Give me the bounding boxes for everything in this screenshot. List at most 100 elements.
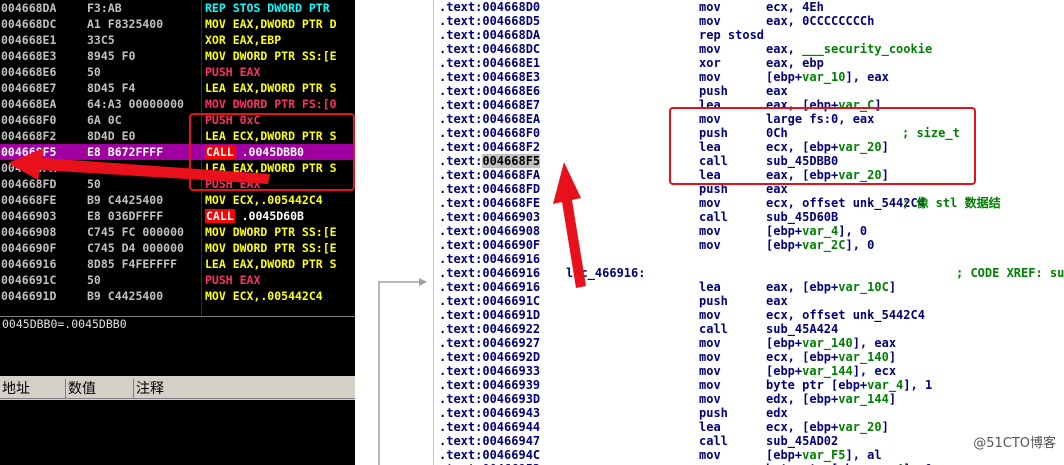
olly-hex: F3:AB (87, 1, 122, 15)
ida-operands[interactable]: [ebp+var_10], eax (766, 70, 889, 84)
olly-instruction: REP STOS DWORD PTR (205, 1, 330, 15)
ida-row[interactable]: .text:00466916 (434, 252, 1064, 266)
ida-row[interactable]: .text:0046691C push eax (434, 294, 1064, 308)
ida-row[interactable]: .text:00466927 mov [ebp+var_140], eax (434, 336, 1064, 350)
ida-row[interactable]: .text:004668E1 xor eax, ebp (434, 56, 1064, 70)
olly-row[interactable]: 0046691C 50 PUSH EAX (0, 272, 355, 288)
olly-row[interactable]: 004668E7 8D45 F4 LEA EAX,DWORD PTR S (0, 80, 355, 96)
ida-mnemonic: mov (699, 42, 721, 56)
ida-row[interactable]: .text:004668D5 mov eax, 0CCCCCCCCh (434, 14, 1064, 28)
ida-row[interactable]: .text:004668E3 mov [ebp+var_10], eax (434, 70, 1064, 84)
ida-operands[interactable]: [ebp+var_F5], al (766, 448, 882, 462)
dump-grid-body[interactable] (0, 400, 355, 465)
ida-address: .text:00466916 (439, 280, 541, 294)
ida-operands[interactable]: sub_45A424 (766, 322, 838, 336)
olly-address: 0046691C (1, 273, 57, 287)
ida-row[interactable]: .text:0046693D mov edx, [ebp+var_144] (434, 392, 1064, 406)
ida-row[interactable]: .text:004668FE mov ecx, offset unk_5442C4;… (434, 196, 1064, 210)
ida-address: .text:00466903 (439, 210, 541, 224)
ida-operands[interactable]: eax (766, 84, 788, 98)
ida-address: .text:0046693D (439, 392, 541, 406)
ida-row[interactable]: .text:0046692D mov ecx, [ebp+var_140] (434, 350, 1064, 364)
column-header-address[interactable]: 地址 (0, 379, 66, 399)
ida-row[interactable]: .text:00466933 mov [ebp+var_144], ecx (434, 364, 1064, 378)
olly-row[interactable]: 00466903 E8 036DFFFF CALL .0045D60B (0, 208, 355, 224)
olly-address: 004668FE (1, 193, 57, 207)
ida-row[interactable]: .text:00466903 call sub_45D60B (434, 210, 1064, 224)
ida-mnemonic: mov (699, 350, 721, 364)
ida-operands[interactable]: [ebp+var_4], 0 (766, 224, 867, 238)
ida-row[interactable]: .text:00466939 mov byte ptr [ebp+var_4], 1 (434, 378, 1064, 392)
ida-operands[interactable]: eax, ebp (766, 56, 824, 70)
olly-row[interactable]: 004668FE B9 C4425400 MOV ECX,.005442C4 (0, 192, 355, 208)
ida-address: .text:004668E6 (439, 84, 541, 98)
ida-operands[interactable]: [ebp+var_144], ecx (766, 364, 896, 378)
ida-address: .text:00466916 (439, 266, 541, 280)
ida-operands[interactable]: eax (766, 294, 788, 308)
olly-hex: A1 F8325400 (87, 17, 164, 31)
ida-operands[interactable]: byte ptr [ebp+var_4], 1 (766, 378, 932, 392)
ida-operands[interactable]: sub_45D60B (766, 210, 838, 224)
ida-comment: ; 像 stl 数据结 (902, 196, 1001, 210)
ida-mnemonic: mov (699, 448, 721, 462)
olly-row[interactable]: 00466916 8D85 F4FEFFFF LEA EAX,DWORD PTR S (0, 256, 355, 272)
ida-operands[interactable]: edx, [ebp+var_144] (766, 392, 896, 406)
olly-row[interactable]: 004668E3 8945 F0 MOV DWORD PTR SS:[E (0, 48, 355, 64)
ida-row[interactable]: .text:0046694C mov [ebp+var_F5], al (434, 448, 1064, 462)
ida-disassembly-listing[interactable]: .text:004668D0 mov ecx, 4Eh .text:004668D5 m… (433, 0, 1064, 465)
memory-dump-grid[interactable]: 地址 数值 注释 (0, 376, 355, 465)
olly-instruction: MOV ECX,.005442C4 (205, 289, 323, 303)
ida-row[interactable]: .text:00466916 lea eax, [ebp+var_10C] (434, 280, 1064, 294)
ida-operands[interactable]: sub_45AD02 (766, 434, 838, 448)
ida-operands[interactable]: edx (766, 406, 788, 420)
olly-row[interactable]: 00466908 C745 FC 000000 MOV DWORD PTR SS:[… (0, 224, 355, 240)
ida-operands[interactable]: ecx, [ebp+var_140] (766, 350, 896, 364)
column-header-value[interactable]: 数值 (66, 379, 134, 399)
ida-row[interactable]: .text:00466916 loc_466916: ; CODE XREF: su… (434, 266, 1064, 280)
ida-operands[interactable]: eax, ___security_cookie (766, 42, 932, 56)
olly-row[interactable]: 004668DC A1 F8325400 MOV EAX,DWORD PTR D (0, 16, 355, 32)
ida-row[interactable]: .text:004668D0 mov ecx, 4Eh (434, 0, 1064, 14)
olly-row[interactable]: 0046690F C745 D4 000000 MOV DWORD PTR SS:[… (0, 240, 355, 256)
ida-row[interactable]: .text:004668DC mov eax, ___security_cookie (434, 42, 1064, 56)
ida-operands[interactable]: eax, [ebp+var_10C] (766, 280, 896, 294)
debugger-disassembly-panel[interactable]: 004668DA F3:AB REP STOS DWORD PTR 004668DC A… (0, 0, 355, 465)
ida-row[interactable]: .text:00466943 push edx (434, 406, 1064, 420)
olly-hex: 8D45 F4 (87, 81, 136, 95)
ida-operands[interactable]: eax, 0CCCCCCCCh (766, 14, 874, 28)
ida-operands[interactable]: ecx, offset unk_5442C4 (766, 308, 925, 322)
watermark: @51CTO博客 (973, 436, 1056, 451)
olly-address: 00466908 (1, 225, 57, 239)
ida-row[interactable]: .text:00466944 lea ecx, [ebp+var_20] (434, 420, 1064, 434)
olly-row[interactable]: 004668EA 64:A3 00000000 MOV DWORD PTR FS:[… (0, 96, 355, 112)
ida-label[interactable]: loc_466916: (566, 266, 645, 280)
ida-highlight-box (669, 107, 976, 185)
ida-operands[interactable]: [ebp+var_2C], 0 (766, 238, 874, 252)
olly-address: 004668E6 (1, 65, 57, 79)
ida-mnemonic: mov (699, 70, 721, 84)
olly-instruction: MOV DWORD PTR FS:[0 (205, 97, 337, 111)
ida-address: .text:00466922 (439, 322, 541, 336)
ida-mnemonic: mov (699, 336, 721, 350)
ida-operands[interactable]: ecx, [ebp+var_20] (766, 420, 889, 434)
ida-row[interactable]: .text:00466947 call sub_45AD02 (434, 434, 1064, 448)
olly-row[interactable]: 004668E1 33C5 XOR EAX,EBP (0, 32, 355, 48)
ida-row[interactable]: .text:00466908 mov [ebp+var_4], 0 (434, 224, 1064, 238)
olly-instruction: PUSH EAX (205, 65, 261, 79)
olly-hex: C745 FC 000000 (87, 225, 184, 239)
ida-row[interactable]: .text:0046691D mov ecx, offset unk_5442C4 (434, 308, 1064, 322)
ida-operands[interactable]: ecx, 4Eh (766, 0, 824, 14)
ida-row[interactable]: .text:004668E6 push eax (434, 84, 1064, 98)
ida-flow-gutter (355, 0, 433, 465)
ida-row[interactable]: .text:004668DA rep stosd (434, 28, 1064, 42)
ida-operands[interactable]: [ebp+var_140], eax (766, 336, 896, 350)
ida-mnemonic: mov (699, 196, 721, 210)
olly-row[interactable]: 004668E6 50 PUSH EAX (0, 64, 355, 80)
ida-row[interactable]: .text:0046690F mov [ebp+var_2C], 0 (434, 238, 1064, 252)
ida-mnemonic: call (699, 434, 728, 448)
olly-row[interactable]: 004668DA F3:AB REP STOS DWORD PTR (0, 0, 355, 16)
column-header-comment[interactable]: 注释 (134, 379, 355, 399)
debugger-info-pane: 0045DBB0=.0045DBB0 (0, 316, 355, 377)
ida-row[interactable]: .text:00466922 call sub_45A424 (434, 322, 1064, 336)
olly-row[interactable]: 0046691D B9 C4425400 MOV ECX,.005442C4 (0, 288, 355, 304)
